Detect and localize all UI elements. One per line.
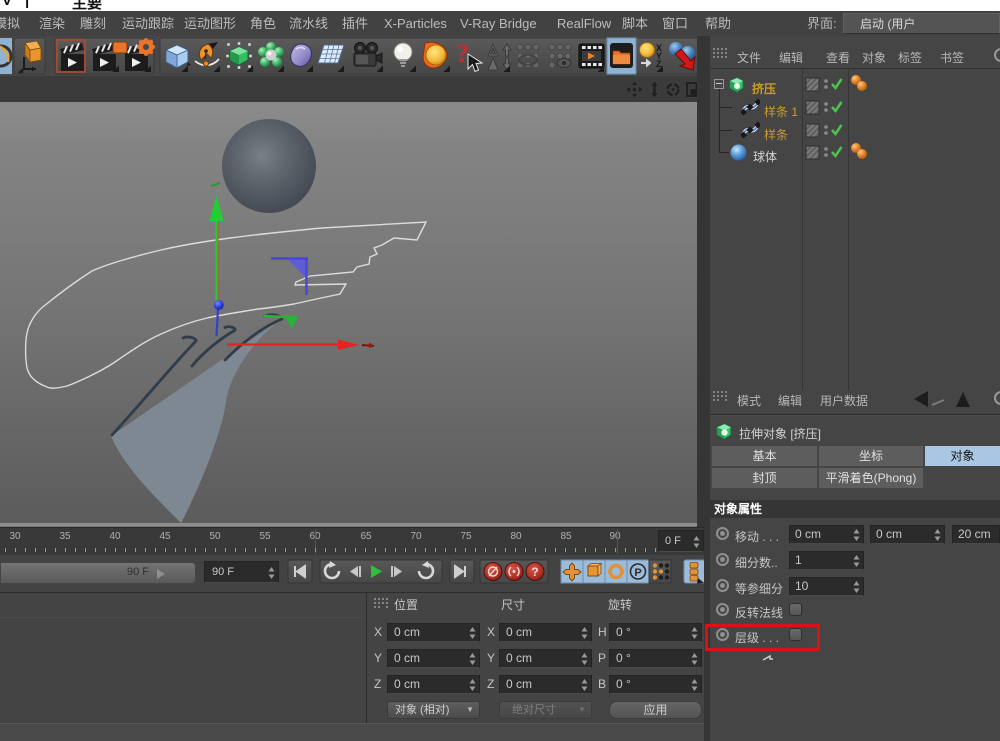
svg-text:P: P [634,567,641,579]
svg-text:?: ? [456,39,469,68]
svg-text:?: ? [531,565,538,579]
